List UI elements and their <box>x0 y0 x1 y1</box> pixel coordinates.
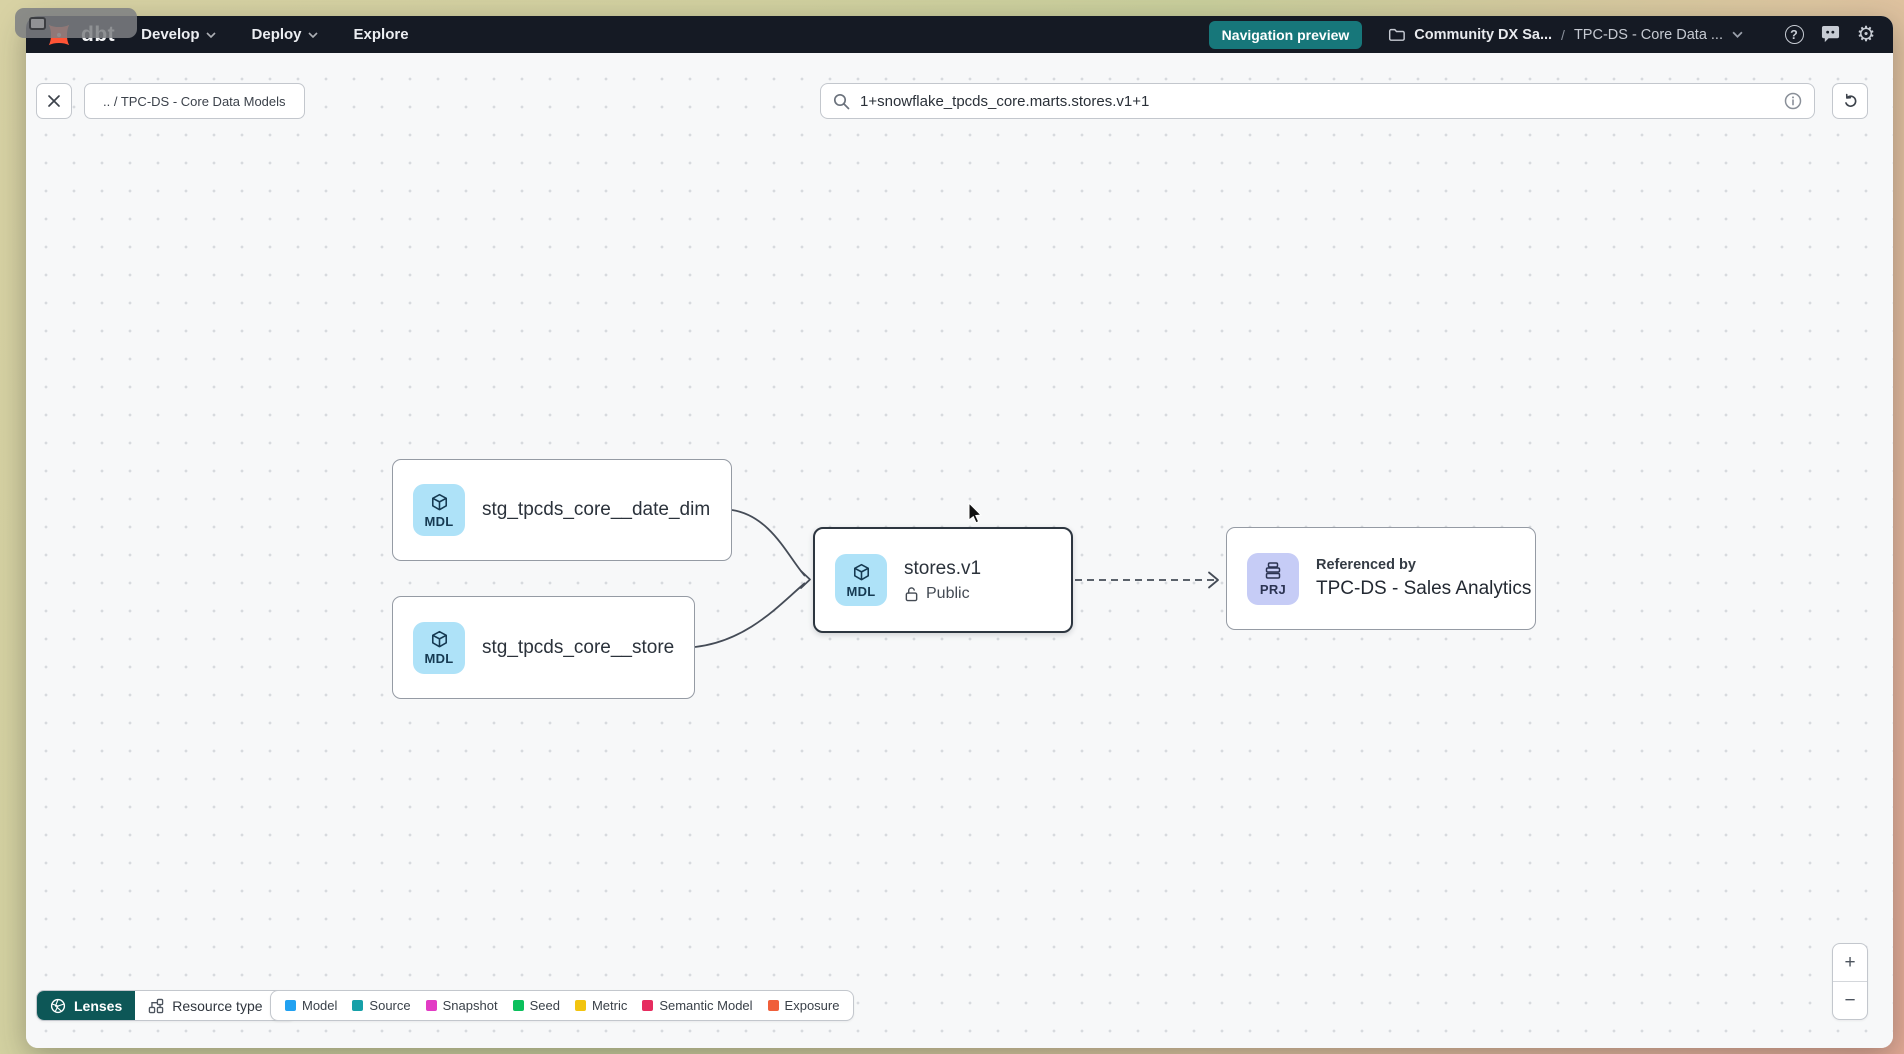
refresh-button[interactable] <box>1832 83 1868 119</box>
feedback-icon <box>1820 25 1841 44</box>
legend-item-source: Source <box>352 998 410 1013</box>
lenses-control: Lenses Resource type <box>36 990 296 1021</box>
model-badge: MDL <box>413 622 465 674</box>
legend-color-exposure <box>768 1000 779 1011</box>
graph-nodes-icon <box>148 998 164 1014</box>
legend-label: Model <box>302 998 337 1013</box>
lineage-canvas[interactable]: .. / TPC-DS - Core Data Models MDL stg_t… <box>26 53 1893 1048</box>
chevron-down-icon <box>308 32 318 38</box>
window-control-artifact <box>15 8 137 38</box>
node-label: stores.v1 <box>904 558 981 580</box>
badge-label: MDL <box>424 651 453 666</box>
breadcrumb-project[interactable]: TPC-DS - Core Data ... <box>1574 27 1723 43</box>
help-icon: ? <box>1785 25 1804 44</box>
legend-item-seed: Seed <box>513 998 560 1013</box>
legend-item-snapshot: Snapshot <box>426 998 498 1013</box>
model-badge: MDL <box>835 554 887 606</box>
breadcrumb-separator: / <box>1561 27 1565 43</box>
help-button[interactable]: ? <box>1783 24 1805 46</box>
chevron-down-icon <box>206 32 216 38</box>
node-label: stg_tpcds_core__date_dim <box>482 499 710 521</box>
feedback-button[interactable] <box>1819 24 1841 46</box>
legend-color-semantic-model <box>642 1000 653 1011</box>
gear-icon: ⚙ <box>1857 24 1876 45</box>
lenses-button[interactable]: Lenses <box>37 991 135 1020</box>
node-text: Referenced by TPC-DS - Sales Analytics <box>1316 557 1531 600</box>
breadcrumb-account[interactable]: Community DX Sa... <box>1414 27 1552 43</box>
lenses-label: Lenses <box>74 998 122 1014</box>
chevron-down-icon[interactable] <box>1732 31 1743 38</box>
node-referenced-by-sales-analytics[interactable]: PRJ Referenced by TPC-DS - Sales Analyti… <box>1226 527 1536 630</box>
badge-label: MDL <box>846 584 875 599</box>
legend-color-metric <box>575 1000 586 1011</box>
legend-item-metric: Metric <box>575 998 627 1013</box>
close-lineage-button[interactable] <box>36 83 72 119</box>
legend-color-snapshot <box>426 1000 437 1011</box>
referenced-by-label: Referenced by <box>1316 557 1531 573</box>
menu-develop[interactable]: Develop <box>141 26 215 43</box>
cube-icon <box>429 629 450 650</box>
menu-develop-label: Develop <box>141 26 199 43</box>
legend-color-seed <box>513 1000 524 1011</box>
legend-label: Metric <box>592 998 627 1013</box>
node-stg-tpcds-core-date-dim[interactable]: MDL stg_tpcds_core__date_dim <box>392 459 732 561</box>
cube-icon <box>851 562 872 583</box>
folder-icon <box>1388 27 1405 42</box>
legend-label: Seed <box>530 998 560 1013</box>
top-navbar: dbt Develop Deploy Explore Navigation pr… <box>26 16 1893 53</box>
refresh-icon <box>1842 93 1859 110</box>
resource-type-label: Resource type <box>172 998 262 1014</box>
app-window: dbt Develop Deploy Explore Navigation pr… <box>26 16 1893 1048</box>
menu-deploy[interactable]: Deploy <box>252 26 318 43</box>
menu-deploy-label: Deploy <box>252 26 302 43</box>
mouse-cursor <box>968 503 988 525</box>
menu-explore[interactable]: Explore <box>354 26 409 43</box>
selector-input[interactable] <box>860 93 1774 110</box>
navbar-right: Navigation preview Community DX Sa... / … <box>1209 21 1877 49</box>
legend-label: Snapshot <box>443 998 498 1013</box>
legend-label: Source <box>369 998 410 1013</box>
zoom-controls: + − <box>1832 943 1868 1020</box>
legend-label: Semantic Model <box>659 998 752 1013</box>
navigation-preview-badge[interactable]: Navigation preview <box>1209 21 1363 49</box>
node-text: stores.v1 Public <box>904 558 981 603</box>
settings-button[interactable]: ⚙ <box>1855 24 1877 46</box>
close-icon <box>47 94 61 108</box>
node-label: TPC-DS - Sales Analytics <box>1316 578 1531 600</box>
legend-color-model <box>285 1000 296 1011</box>
project-badge: PRJ <box>1247 553 1299 605</box>
legend-label: Exposure <box>785 998 840 1013</box>
window-icon <box>29 17 46 30</box>
legend-color-source <box>352 1000 363 1011</box>
stack-icon <box>1262 561 1284 581</box>
menu-explore-label: Explore <box>354 26 409 43</box>
search-icon <box>833 93 850 110</box>
resource-type-legend: Model Source Snapshot Seed Metric Semant… <box>270 990 854 1021</box>
zoom-out-button[interactable]: − <box>1833 982 1867 1019</box>
breadcrumb: Community DX Sa... / TPC-DS - Core Data … <box>1388 27 1743 43</box>
node-stg-tpcds-core-store[interactable]: MDL stg_tpcds_core__store <box>392 596 695 699</box>
legend-item-model: Model <box>285 998 337 1013</box>
access-row: Public <box>904 585 981 603</box>
node-stores-v1[interactable]: MDL stores.v1 Public <box>813 527 1073 633</box>
badge-label: PRJ <box>1260 582 1286 597</box>
unlock-icon <box>904 586 919 602</box>
info-icon[interactable] <box>1784 92 1802 110</box>
lens-icon <box>50 998 66 1014</box>
node-label: stg_tpcds_core__store <box>482 637 674 659</box>
legend-item-semantic-model: Semantic Model <box>642 998 752 1013</box>
lineage-search[interactable] <box>820 83 1815 119</box>
model-badge: MDL <box>413 484 465 536</box>
cube-icon <box>429 492 450 513</box>
badge-label: MDL <box>424 514 453 529</box>
lineage-path-chip[interactable]: .. / TPC-DS - Core Data Models <box>84 83 305 119</box>
legend-item-exposure: Exposure <box>768 998 840 1013</box>
access-label: Public <box>926 585 970 603</box>
zoom-in-button[interactable]: + <box>1833 944 1867 982</box>
